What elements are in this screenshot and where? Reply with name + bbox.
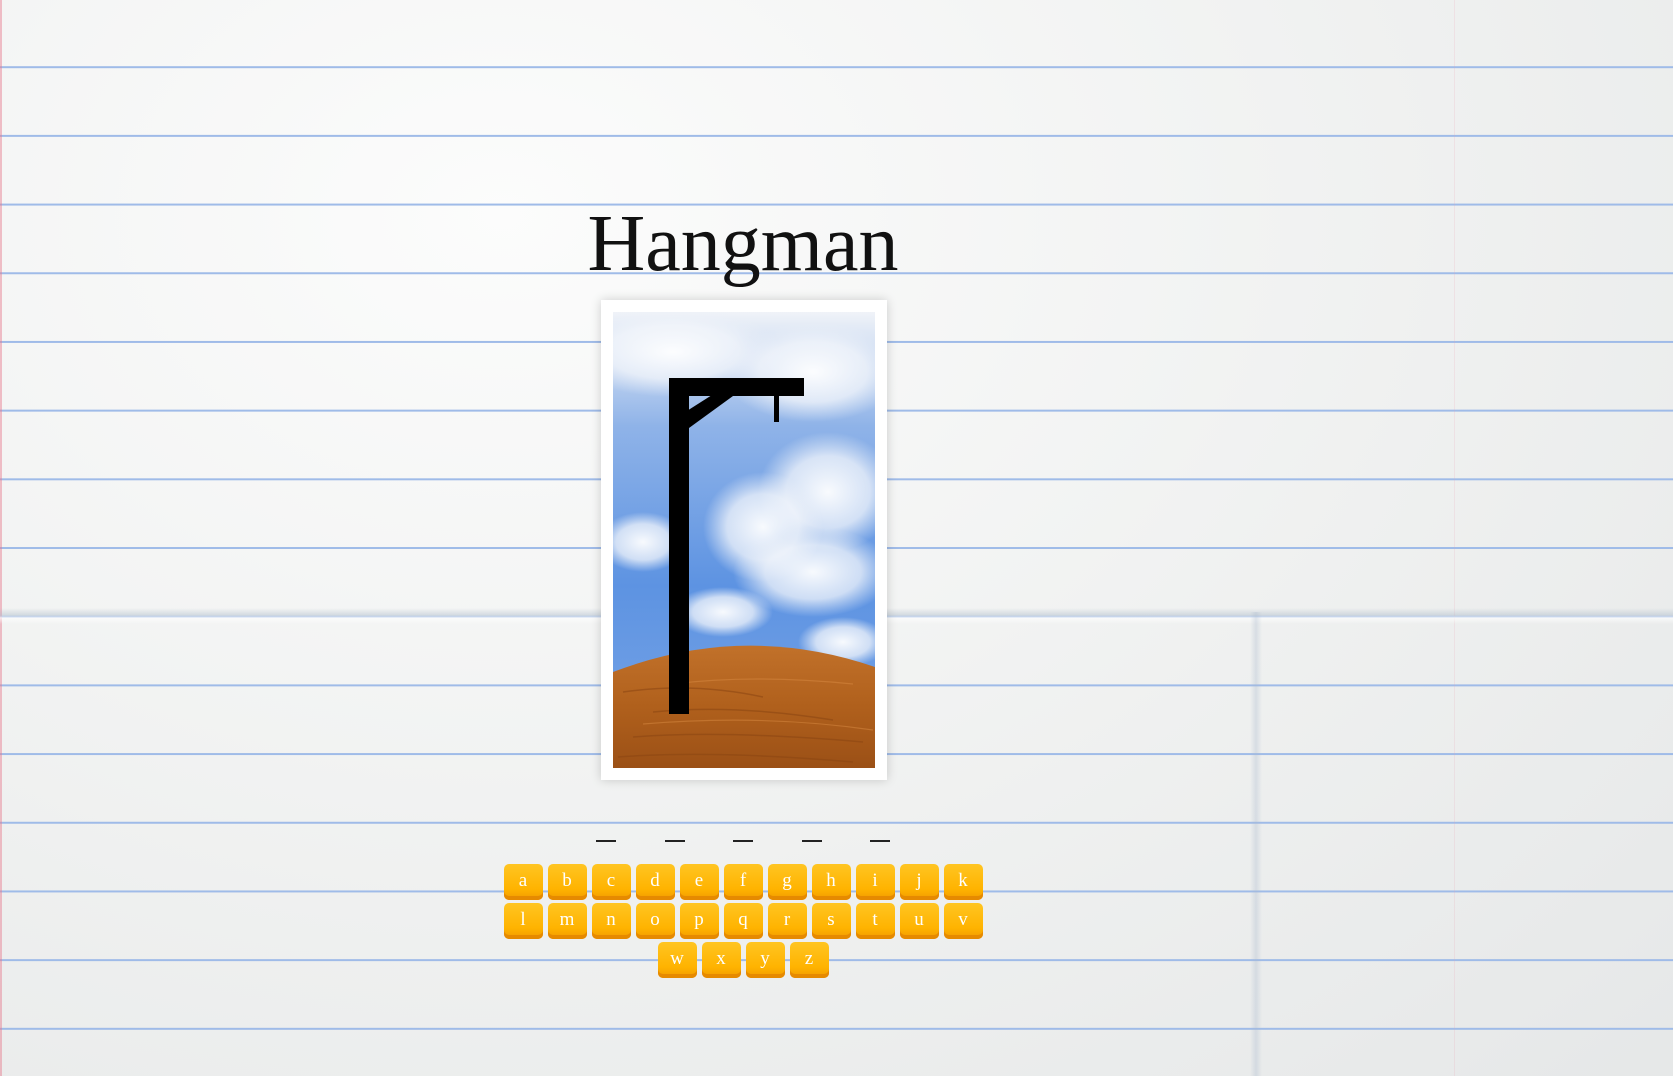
key-h[interactable]: h	[811, 864, 851, 900]
key-b[interactable]: b	[547, 864, 587, 900]
key-q[interactable]: q	[723, 903, 763, 939]
letter-slot	[801, 818, 822, 842]
letter-slot	[733, 818, 753, 842]
key-s[interactable]: s	[811, 903, 851, 939]
key-r[interactable]: r	[767, 903, 807, 939]
key-k[interactable]: k	[943, 864, 983, 900]
key-e[interactable]: e	[679, 864, 719, 900]
key-c[interactable]: c	[591, 864, 631, 900]
key-a[interactable]: a	[503, 864, 543, 900]
page-title: Hangman	[587, 200, 899, 288]
letter-slot	[664, 818, 685, 842]
key-p[interactable]: p	[679, 903, 719, 939]
key-y[interactable]: y	[745, 942, 785, 978]
word-display	[0, 818, 1486, 849]
key-j[interactable]: j	[899, 864, 939, 900]
letter-keyboard: a b c d e f g h i j k l m n o p q r s t …	[0, 864, 1486, 981]
key-t[interactable]: t	[855, 903, 895, 939]
key-n[interactable]: n	[591, 903, 631, 939]
key-o[interactable]: o	[635, 903, 675, 939]
key-m[interactable]: m	[547, 903, 587, 939]
key-d[interactable]: d	[635, 864, 675, 900]
key-z[interactable]: z	[789, 942, 829, 978]
key-l[interactable]: l	[503, 903, 543, 939]
key-v[interactable]: v	[943, 903, 983, 939]
gallows-drawing	[613, 312, 875, 768]
key-g[interactable]: g	[767, 864, 807, 900]
keyboard-row-3: w x y z	[0, 942, 1486, 978]
keyboard-row-1: a b c d e f g h i j k	[0, 864, 1486, 900]
key-w[interactable]: w	[657, 942, 697, 978]
key-x[interactable]: x	[701, 942, 741, 978]
letter-slot	[870, 818, 890, 842]
letter-slot	[596, 818, 616, 842]
gallows-scene-icon	[613, 312, 875, 768]
keyboard-row-2: l m n o p q r s t u v	[0, 903, 1486, 939]
key-f[interactable]: f	[723, 864, 763, 900]
key-u[interactable]: u	[899, 903, 939, 939]
key-i[interactable]: i	[855, 864, 895, 900]
